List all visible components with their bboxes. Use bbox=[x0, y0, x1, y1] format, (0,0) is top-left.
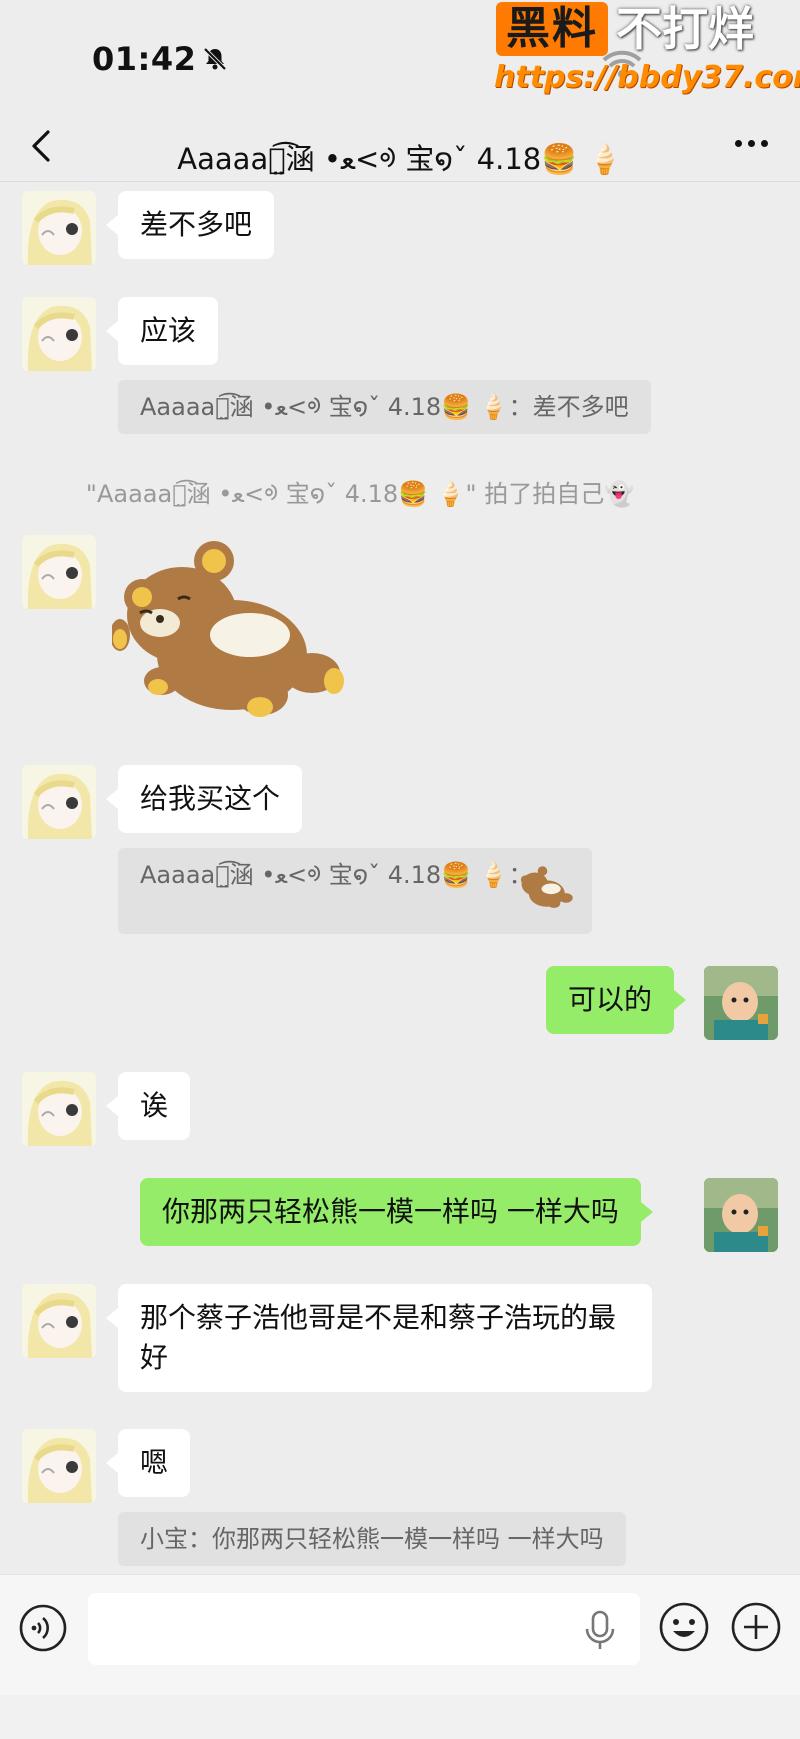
quoted-reply[interactable]: 小宝：你那两只轻松熊一模一样吗 一样大吗 bbox=[118, 1512, 626, 1566]
quote-text: 差不多吧 bbox=[532, 393, 629, 421]
quoted-reply[interactable]: Aaaaaศ̤͡涵 •ﻌ<ᢀ 宝໑ˇ 4.18🍔 🍦：差不多吧 bbox=[118, 380, 651, 434]
message-input[interactable] bbox=[88, 1593, 640, 1665]
emoji-icon[interactable] bbox=[658, 1601, 710, 1653]
contact-avatar[interactable] bbox=[22, 535, 96, 609]
message-bubble-incoming[interactable]: 给我买这个 bbox=[105, 765, 303, 833]
microphone-icon[interactable] bbox=[582, 1609, 618, 1651]
quote-sender: Aaaaaศ̤͡涵 •ﻌ<ᢀ 宝໑ˇ 4.18🍔 🍦： bbox=[140, 393, 533, 421]
watermark-box: 黑料 bbox=[496, 2, 608, 56]
plus-icon[interactable] bbox=[730, 1601, 782, 1653]
quoted-reply[interactable]: Aaaaaศ̤͡涵 •ﻌ<ᢀ 宝໑ˇ 4.18🍔 🍦： bbox=[118, 848, 592, 934]
watermark-text: 不打烊 bbox=[616, 2, 754, 56]
message-bubble-incoming[interactable]: 嗯 bbox=[105, 1429, 191, 1497]
watermark: 黑料 不打烊 https://bbdy37.com bbox=[492, 0, 800, 100]
contact-avatar[interactable] bbox=[22, 1072, 96, 1146]
status-bar: 01:42 黑料 不打烊 https://bbdy37.com bbox=[0, 0, 800, 110]
quoted-bear-sticker-thumbnail bbox=[520, 866, 573, 908]
message-list[interactable]: 差不多吧 应该 Aaaaaศ̤͡涵 •ﻌ<ᢀ 宝໑ˇ 4.18🍔 🍦：差不多吧 … bbox=[0, 183, 800, 1573]
message-bubble-incoming[interactable]: 诶 bbox=[105, 1072, 191, 1140]
quote-sender: Aaaaaศ̤͡涵 •ﻌ<ᢀ 宝໑ˇ 4.18🍔 🍦： bbox=[140, 861, 533, 889]
back-arrow-icon[interactable] bbox=[24, 124, 60, 168]
contact-avatar[interactable] bbox=[22, 1429, 96, 1503]
time-text: 01:42 bbox=[92, 40, 197, 78]
chat-title: Aaaaaศ̤͡涵 •ﻌ<ᢀ 宝໑ˇ 4.18🍔 🍦 bbox=[177, 142, 623, 176]
home-indicator-area bbox=[0, 1695, 800, 1739]
message-bubble-incoming[interactable]: 那个蔡子浩他哥是不是和蔡子浩玩的最好 bbox=[106, 1284, 652, 1392]
contact-avatar[interactable] bbox=[22, 765, 96, 839]
chat-header: Aaaaaศ̤͡涵 •ﻌ<ᢀ 宝໑ˇ 4.18🍔 🍦 bbox=[0, 110, 800, 182]
my-avatar[interactable] bbox=[704, 966, 778, 1040]
system-notice: "Aaaaaศ̤͡涵 •ﻌ<ᢀ 宝໑ˇ 4.18🍔 🍦" 拍了拍自己👻 bbox=[0, 468, 800, 510]
pat-notice-text: "Aaaaaศ̤͡涵 •ﻌ<ᢀ 宝໑ˇ 4.18🍔 🍦" 拍了拍自己👻 bbox=[85, 480, 635, 508]
message-input-bar bbox=[0, 1574, 800, 1739]
my-avatar[interactable] bbox=[704, 1178, 778, 1252]
message-bubble-incoming[interactable]: 应该 bbox=[105, 297, 219, 365]
message-bubble-outgoing[interactable]: 可以的 bbox=[546, 966, 687, 1034]
contact-avatar[interactable] bbox=[22, 297, 96, 371]
mute-bell-icon bbox=[203, 47, 227, 71]
contact-avatar[interactable] bbox=[22, 191, 96, 265]
rilakkuma-bear-sticker[interactable] bbox=[112, 535, 362, 745]
voice-mode-icon[interactable] bbox=[18, 1603, 68, 1653]
status-time: 01:42 bbox=[92, 40, 228, 78]
more-options-button[interactable] bbox=[732, 132, 772, 160]
message-bubble-incoming[interactable]: 差不多吧 bbox=[105, 191, 275, 259]
watermark-url: https://bbdy37.com bbox=[494, 60, 800, 95]
contact-avatar[interactable] bbox=[22, 1284, 96, 1358]
message-bubble-outgoing[interactable]: 你那两只轻松熊一模一样吗 一样大吗 bbox=[140, 1178, 653, 1246]
